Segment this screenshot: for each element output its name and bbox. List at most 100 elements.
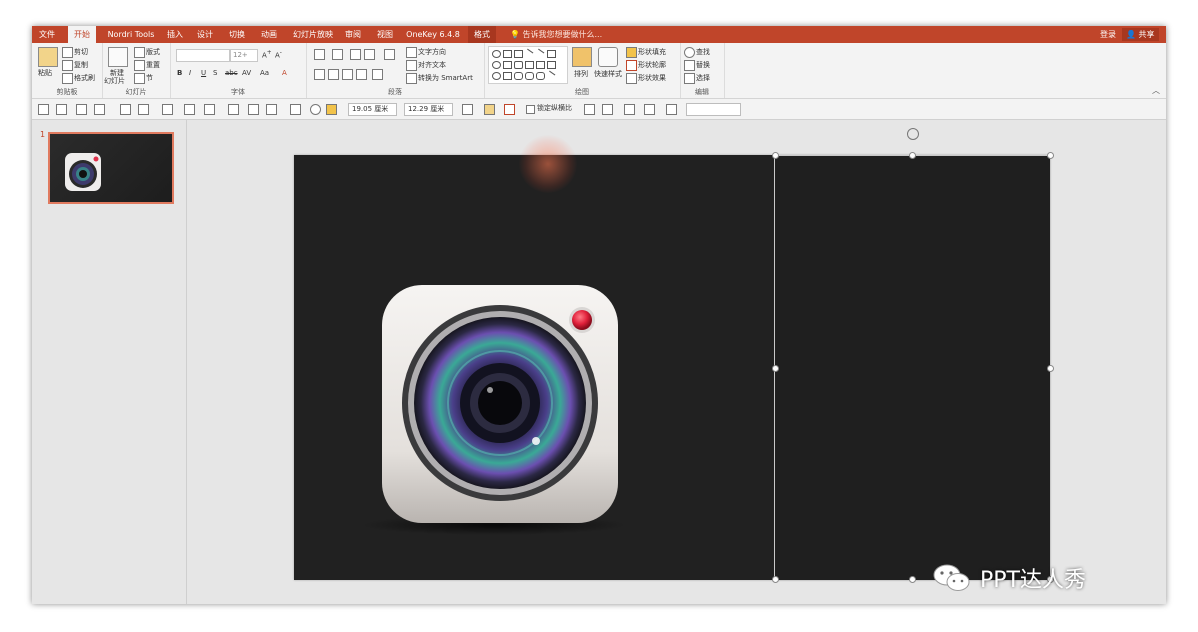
- arrow-shape-icon[interactable]: [534, 48, 545, 59]
- tell-me-search[interactable]: 💡 告诉我您想要做什么...: [510, 26, 602, 43]
- underline-button[interactable]: U: [201, 69, 206, 77]
- tab-insert[interactable]: 插入: [164, 26, 186, 43]
- lock-icon[interactable]: [38, 104, 49, 115]
- resize-icon[interactable]: [248, 104, 259, 115]
- arrange-icon[interactable]: [572, 47, 592, 67]
- oval-icon[interactable]: [310, 104, 321, 115]
- replace-button[interactable]: 替换: [696, 60, 710, 70]
- shadow-button[interactable]: S: [213, 69, 217, 77]
- shape-effects-button[interactable]: 形状效果: [638, 73, 666, 83]
- cut-button[interactable]: 剪切: [74, 47, 88, 57]
- find-button[interactable]: 查找: [696, 47, 710, 57]
- eyedropper-icon[interactable]: [120, 104, 131, 115]
- height-field[interactable]: 12.29 厘米: [404, 103, 453, 116]
- crop-icon[interactable]: [228, 104, 239, 115]
- triangle-shape-icon[interactable]: [514, 61, 523, 69]
- line-spacing-icon[interactable]: [384, 49, 395, 60]
- grow-font-icon[interactable]: A+: [262, 50, 272, 59]
- width-field[interactable]: 19.05 厘米: [348, 103, 397, 116]
- down-arrow-shape-icon[interactable]: [492, 72, 501, 80]
- color-fill-icon[interactable]: [326, 104, 337, 115]
- pen-color-icon[interactable]: [504, 104, 515, 115]
- arrow-right-shape-icon[interactable]: [547, 61, 556, 69]
- picture-icon[interactable]: [462, 104, 473, 115]
- share-button[interactable]: 👤 共享: [1122, 28, 1159, 41]
- arrange-button[interactable]: 排列: [574, 69, 588, 79]
- convert-smartart-button[interactable]: 转换为 SmartArt: [418, 73, 473, 83]
- quick-styles-icon[interactable]: [598, 47, 618, 67]
- tab-slideshow[interactable]: 幻灯片放映: [290, 26, 336, 43]
- bullets-icon[interactable]: [314, 49, 325, 60]
- tab-view[interactable]: 视图: [374, 26, 396, 43]
- elbow-shape-icon[interactable]: [536, 61, 545, 69]
- collapse-ribbon-icon[interactable]: ︿: [1152, 85, 1160, 96]
- section-button[interactable]: 节: [146, 73, 153, 83]
- paste-button[interactable]: 粘贴: [38, 68, 52, 78]
- tab-home[interactable]: 开始: [68, 26, 96, 43]
- resize-handle-bottom-left[interactable]: [772, 576, 779, 583]
- select-button[interactable]: 选择: [696, 73, 710, 83]
- text-effect-icon[interactable]: [162, 104, 173, 115]
- align-left-icon[interactable]: [314, 69, 325, 80]
- resize-handle-top[interactable]: [909, 152, 916, 159]
- decrease-indent-icon[interactable]: [350, 49, 361, 60]
- change-case-button[interactable]: Aa: [260, 69, 269, 77]
- char-spacing-button[interactable]: AV: [242, 69, 251, 77]
- format-painter-button[interactable]: 格式刷: [74, 73, 95, 83]
- font-size-combo[interactable]: 12+: [230, 49, 258, 62]
- paste-icon[interactable]: [38, 47, 58, 67]
- align-center-icon[interactable]: [328, 69, 339, 80]
- picture-options-icon[interactable]: [602, 104, 613, 115]
- swap-icon[interactable]: [138, 104, 149, 115]
- resize-handle-bottom[interactable]: [909, 576, 916, 583]
- rotate-tool-icon[interactable]: [266, 104, 277, 115]
- tab-onekey[interactable]: OneKey 6.4.8: [406, 26, 460, 43]
- curve-shape-icon[interactable]: [514, 72, 523, 80]
- pipette-icon[interactable]: [666, 104, 677, 115]
- camera-icon[interactable]: [364, 275, 624, 545]
- resize-handle-right[interactable]: [1047, 365, 1054, 372]
- slide-thumbnail-1[interactable]: [48, 132, 174, 204]
- strikethrough-button[interactable]: abc: [225, 69, 238, 77]
- tab-format[interactable]: 格式: [468, 26, 496, 43]
- rotate-handle-icon[interactable]: [907, 128, 919, 140]
- font-name-combo[interactable]: [176, 49, 230, 62]
- square-shape-icon[interactable]: [503, 61, 512, 69]
- tab-nordri-tools[interactable]: Nordri Tools: [102, 26, 160, 43]
- folder-icon[interactable]: [484, 104, 495, 115]
- freeform-shape-icon[interactable]: [503, 72, 512, 80]
- font-dropdown-blank[interactable]: [686, 103, 741, 116]
- bold-button[interactable]: B: [177, 69, 182, 77]
- align-icon[interactable]: [56, 104, 67, 115]
- new-slide-icon[interactable]: [108, 47, 128, 67]
- textbox-vertical-shape-icon[interactable]: [514, 50, 523, 58]
- layout-button[interactable]: 版式: [146, 47, 160, 57]
- distribute-icon[interactable]: [76, 104, 87, 115]
- quick-styles-button[interactable]: 快速样式: [594, 69, 622, 79]
- rectangle-icon[interactable]: [290, 104, 301, 115]
- group-icon[interactable]: [94, 104, 105, 115]
- align-text-button[interactable]: 对齐文本: [418, 60, 446, 70]
- textbox-shape-icon[interactable]: [503, 50, 512, 58]
- shape-fill-button[interactable]: 形状填充: [638, 47, 666, 57]
- circle-shape-icon[interactable]: [492, 61, 501, 69]
- wave-shape-icon[interactable]: [536, 72, 545, 80]
- copy-button[interactable]: 复制: [74, 60, 88, 70]
- tab-review[interactable]: 审阅: [342, 26, 364, 43]
- shapes-gallery[interactable]: [488, 46, 568, 84]
- edit-icon[interactable]: [644, 104, 655, 115]
- justify-icon[interactable]: [356, 69, 367, 80]
- tab-transitions[interactable]: 切换: [226, 26, 248, 43]
- italic-button[interactable]: I: [189, 69, 191, 77]
- fill-bucket-icon[interactable]: [184, 104, 195, 115]
- resize-handle-left[interactable]: [772, 365, 779, 372]
- shrink-font-icon[interactable]: A-: [275, 50, 282, 59]
- line-shape-icon[interactable]: [523, 48, 534, 59]
- font-color-button[interactable]: A: [282, 69, 287, 77]
- reset-button[interactable]: 重置: [146, 60, 160, 70]
- align-right-icon[interactable]: [342, 69, 353, 80]
- lock-ratio-checkbox[interactable]: [526, 105, 535, 114]
- shape-merge-icon[interactable]: [204, 104, 215, 115]
- crop-tool-icon[interactable]: [584, 104, 595, 115]
- resize-handle-top-right[interactable]: [1047, 152, 1054, 159]
